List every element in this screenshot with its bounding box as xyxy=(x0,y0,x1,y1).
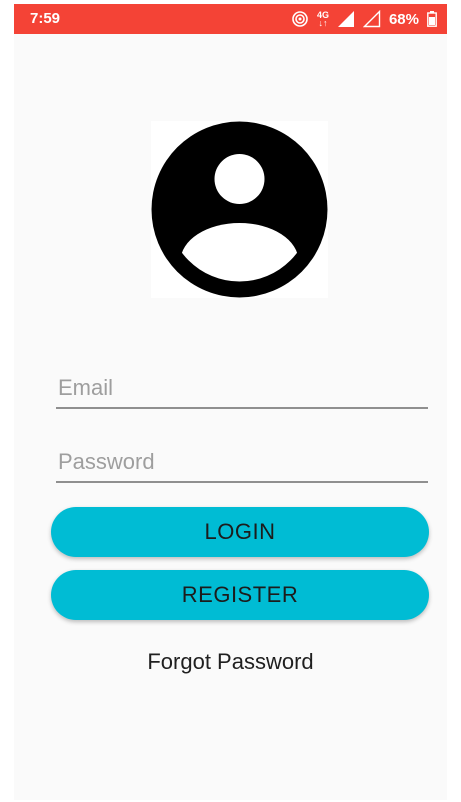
signal-empty-icon xyxy=(362,10,381,28)
network-4g-icon: 4G ↓↑ xyxy=(317,11,329,28)
password-field[interactable] xyxy=(56,445,428,483)
battery-percent: 68% xyxy=(388,10,419,28)
login-button[interactable]: LOGIN xyxy=(51,507,429,557)
data-arrows-icon: ↓↑ xyxy=(318,18,328,28)
register-button[interactable]: REGISTER xyxy=(51,570,429,620)
email-field[interactable] xyxy=(56,371,428,409)
battery-icon xyxy=(427,11,437,27)
account-circle-icon xyxy=(151,121,328,298)
app-screen: 7:59 4G ↓↑ 68% Email LOGIN REGISTER Forg… xyxy=(14,4,447,800)
email-input[interactable] xyxy=(56,371,428,405)
status-icons: 4G ↓↑ 68% xyxy=(291,9,437,29)
status-time: 7:59 xyxy=(30,10,61,27)
signal-icon xyxy=(337,10,355,28)
forgot-password-link[interactable]: Forgot Password xyxy=(14,649,447,675)
hotspot-icon xyxy=(291,10,309,28)
avatar xyxy=(151,121,328,298)
status-bar: 7:59 4G ↓↑ 68% xyxy=(14,4,447,34)
password-input[interactable] xyxy=(56,445,428,479)
